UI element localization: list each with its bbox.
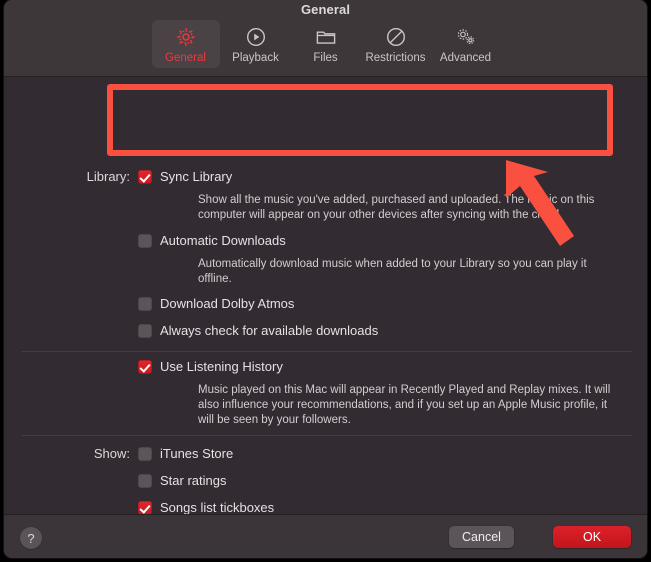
tab-restrictions[interactable]: Restrictions — [362, 20, 430, 68]
ok-button[interactable]: OK — [553, 526, 631, 548]
listening-history-description: Music played on this Mac will appear in … — [198, 384, 611, 426]
preferences-window: General General Playback Files Restricti… — [4, 0, 647, 558]
dolby-atmos-label: Download Dolby Atmos — [160, 296, 295, 311]
row-sync-library: Library: Sync Library — [22, 169, 622, 184]
sync-library-label: Sync Library — [160, 169, 233, 184]
listening-history-label: Use Listening History — [160, 359, 283, 374]
row-songs-list-tickboxes: Songs list tickboxes — [22, 500, 622, 515]
window-footer: ? Cancel OK — [4, 514, 647, 558]
tab-files[interactable]: Files — [292, 20, 360, 68]
always-check-label: Always check for available downloads — [160, 323, 379, 338]
itunes-store-checkbox[interactable] — [138, 447, 152, 461]
itunes-store-label: iTunes Store — [160, 446, 234, 461]
listening-history-checkbox[interactable] — [138, 360, 152, 374]
row-star-ratings: Star ratings — [22, 473, 622, 488]
automatic-downloads-label: Automatic Downloads — [160, 233, 286, 248]
cancel-button[interactable]: Cancel — [449, 526, 514, 548]
separator-1 — [22, 351, 632, 352]
window-title: General — [300, 2, 351, 17]
library-label: Library: — [86, 169, 130, 184]
tab-advanced-label: Advanced — [439, 52, 492, 64]
always-check-checkbox[interactable] — [138, 324, 152, 338]
tab-general-label: General — [165, 52, 206, 64]
show-label: Show: — [93, 446, 130, 461]
row-automatic-downloads: Automatic Downloads — [22, 233, 622, 248]
sync-library-checkbox[interactable] — [138, 170, 152, 184]
tab-restrictions-label: Restrictions — [365, 52, 426, 64]
row-dolby-atmos: Download Dolby Atmos — [22, 296, 622, 311]
row-itunes-store: Show: iTunes Store — [22, 446, 622, 461]
tab-playback-label: Playback — [232, 52, 279, 64]
toolbar-tabs: General Playback Files Restrictions Adva… — [4, 20, 647, 68]
no-entry-icon — [384, 24, 408, 50]
dolby-atmos-checkbox[interactable] — [138, 297, 152, 311]
gear-icon — [174, 24, 198, 50]
automatic-downloads-checkbox[interactable] — [138, 234, 152, 248]
tab-files-label: Files — [313, 52, 338, 64]
preferences-content: Library: Sync Library Show all the music… — [4, 77, 647, 555]
songs-list-tickboxes-label: Songs list tickboxes — [160, 500, 275, 515]
row-always-check: Always check for available downloads — [22, 323, 622, 338]
tab-general[interactable]: General — [151, 20, 220, 68]
help-button[interactable]: ? — [20, 527, 42, 549]
folder-icon — [314, 24, 338, 50]
gears-icon — [453, 24, 479, 50]
play-circle-icon — [244, 24, 268, 50]
row-listening-history: Use Listening History — [22, 359, 622, 374]
star-ratings-label: Star ratings — [160, 473, 227, 488]
sync-library-description: Show all the music you've added, purchas… — [198, 194, 595, 221]
window-toolbar: General General Playback Files Restricti… — [4, 0, 647, 77]
tab-advanced[interactable]: Advanced — [432, 20, 500, 68]
tab-playback[interactable]: Playback — [222, 20, 290, 68]
separator-2 — [22, 435, 632, 436]
automatic-downloads-description: Automatically download music when added … — [198, 258, 587, 285]
songs-list-tickboxes-checkbox[interactable] — [138, 501, 152, 515]
star-ratings-checkbox[interactable] — [138, 474, 152, 488]
